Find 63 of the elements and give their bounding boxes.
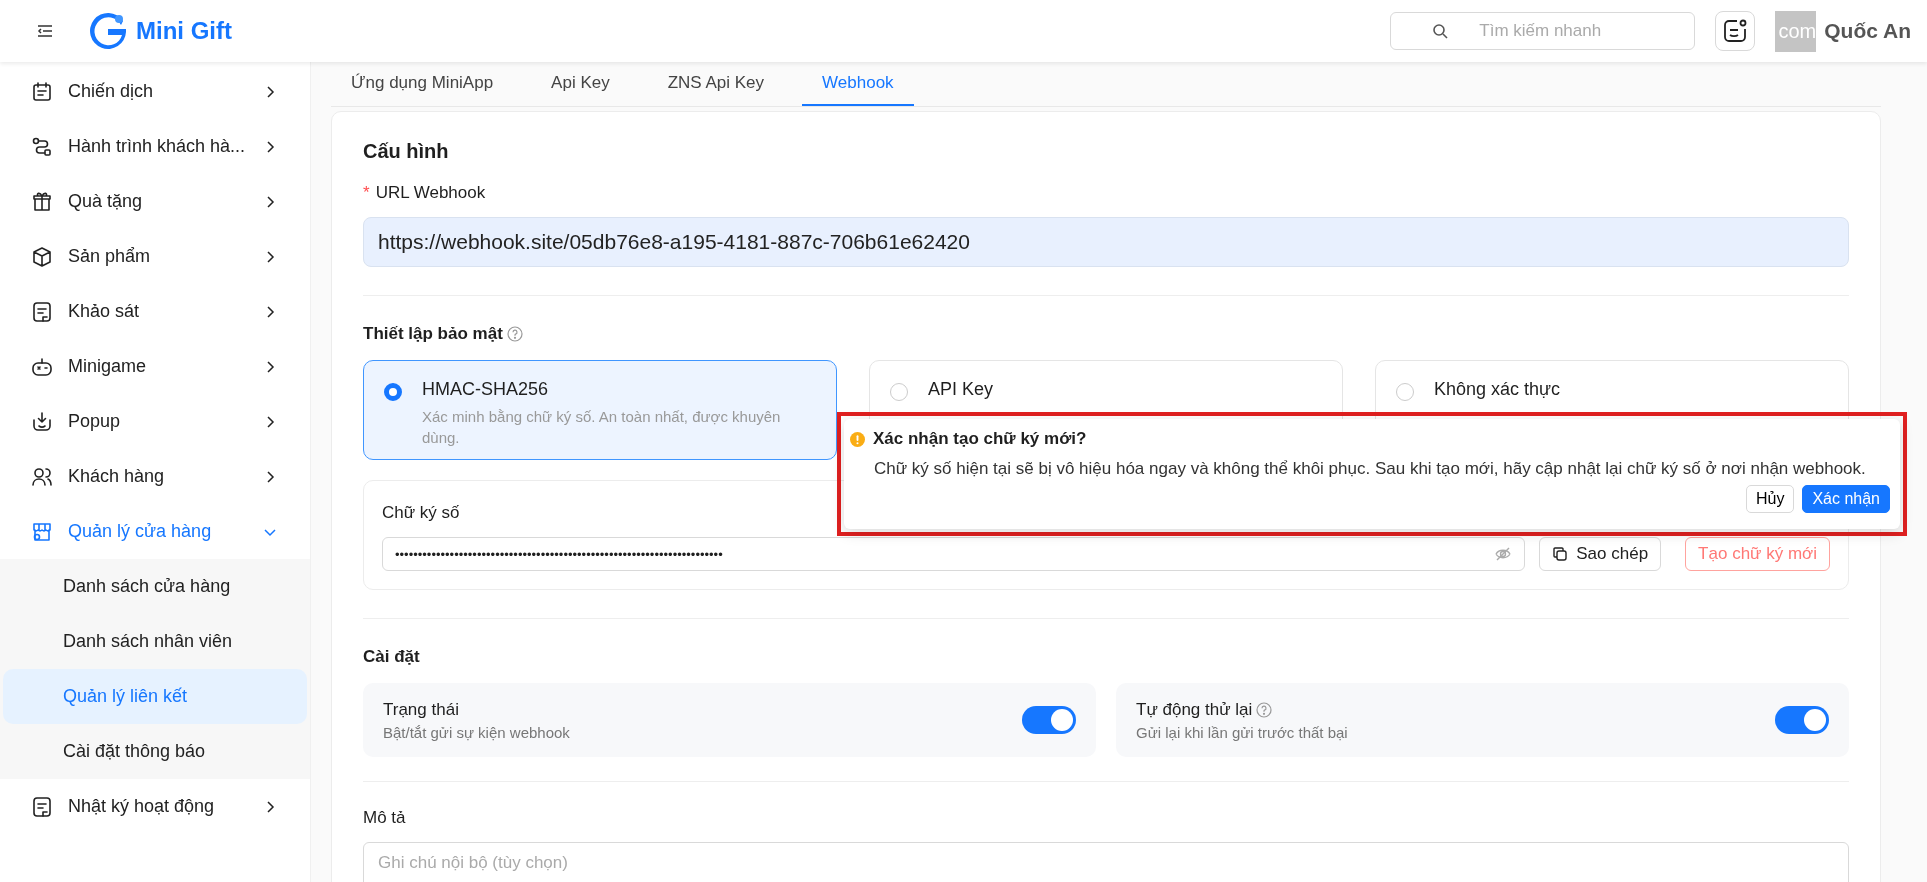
eye-off-icon[interactable]: [1494, 545, 1513, 563]
description-field[interactable]: Ghi chú nội bộ (tùy chọn): [363, 842, 1849, 882]
download-icon: [30, 409, 54, 434]
tab[interactable]: Ứng dụng MiniApp: [331, 62, 514, 106]
user-name[interactable]: Quốc An: [1824, 19, 1911, 43]
toggle-switch[interactable]: [1775, 706, 1829, 734]
tab[interactable]: Webhook: [802, 62, 914, 106]
calendar-icon: [30, 79, 54, 104]
section-title: Cài đặt: [363, 647, 421, 667]
menu-icon[interactable]: [36, 22, 54, 40]
sidebar-item[interactable]: Khách hàng: [0, 449, 310, 504]
field-label: URL Webhook: [375, 183, 486, 203]
setting-description: Gửi lại khi lần gửi trước thất bại: [1136, 723, 1349, 741]
setting-description: Bật/tắt gửi sự kiện webhook: [383, 723, 571, 741]
field-label: Chữ ký số: [382, 503, 461, 523]
chat-icon: [1722, 18, 1749, 44]
cancel-button[interactable]: Hủy: [1745, 485, 1795, 513]
option-title: HMAC-SHA256: [422, 379, 550, 400]
url-field[interactable]: https://webhook.site/05db76e8-a195-4181-887c-706b61e62420: [363, 217, 1849, 267]
toggle-switch[interactable]: [1022, 706, 1076, 734]
survey-icon: [30, 299, 54, 324]
search-field[interactable]: Tìm kiếm nhanh: [1390, 12, 1696, 50]
popover-message: Chữ ký số hiện tại sẽ bị vô hiệu hóa ngay và không thể khôi phục. Sau khi tạo mới, hãy cập nhật lại chữ ký số ở nơi nhận webhook.: [874, 459, 1867, 479]
logo-icon: [88, 11, 128, 51]
chat-button[interactable]: [1715, 11, 1756, 51]
sidebar-subitem[interactable]: Quản lý liên kết: [3, 669, 307, 724]
box-icon: [30, 244, 54, 269]
setting-label: Trạng thái: [383, 699, 459, 720]
popover-title: Xác nhận tạo chữ ký mới?: [873, 429, 1087, 449]
log-icon: [30, 794, 54, 819]
sidebar-item[interactable]: Khảo sát: [0, 284, 310, 339]
sidebar-item[interactable]: Sản phẩm: [0, 229, 310, 284]
logo-text: Mini Gift: [136, 17, 232, 45]
required-mark: *: [363, 183, 370, 203]
sidebar-subitem[interactable]: Cài đặt thông báo: [3, 724, 307, 779]
sidebar-item[interactable]: Quản lý cửa hàng: [0, 504, 310, 559]
copy-icon: [1552, 546, 1569, 562]
sidebar-item[interactable]: Chiến dịch: [0, 64, 310, 119]
sidebar-subitem[interactable]: Danh sách cửa hàng: [3, 559, 307, 614]
section-title: Cấu hình: [363, 140, 450, 163]
radio-button[interactable]: [1396, 383, 1414, 401]
sidebar-item[interactable]: Nhật ký hoạt động: [0, 779, 310, 834]
option-title: API Key: [928, 379, 994, 400]
password-field[interactable]: ••••••••••••••••••••••••••••••••••••••••••••••••••••••••••••••••••••••••: [382, 537, 1526, 571]
tab[interactable]: ZNS Api Key: [647, 62, 785, 106]
sidebar-item[interactable]: Minigame: [0, 339, 310, 394]
section-title: Thiết lập bảo mật: [363, 324, 503, 344]
sidebar-subitem[interactable]: Danh sách nhân viên: [3, 614, 307, 669]
radio-button[interactable]: [384, 383, 402, 401]
field-label: Mô tả: [363, 808, 407, 828]
setting-label: Tự động thử lại: [1136, 699, 1253, 720]
confirm-button[interactable]: Xác nhận: [1802, 485, 1890, 513]
tab[interactable]: Api Key: [531, 62, 630, 106]
sidebar-item[interactable]: Hành trình khách hà...: [0, 119, 310, 174]
help-icon: [506, 326, 523, 342]
sidebar-item[interactable]: Quà tặng: [0, 174, 310, 229]
option-description: Xác minh bằng chữ ký số. An toàn nhất, được khuyên dùng.: [422, 407, 782, 448]
warning-icon: [850, 431, 865, 447]
radio-button[interactable]: [890, 383, 908, 401]
security-option[interactable]: HMAC-SHA256 Xác minh bằng chữ ký số. An toàn nhất, được khuyên dùng.: [363, 360, 837, 460]
sidebar-item[interactable]: Popup: [0, 394, 310, 449]
copy-button[interactable]: Sao chép: [1539, 537, 1662, 571]
option-title: Không xác thực: [1434, 379, 1561, 400]
